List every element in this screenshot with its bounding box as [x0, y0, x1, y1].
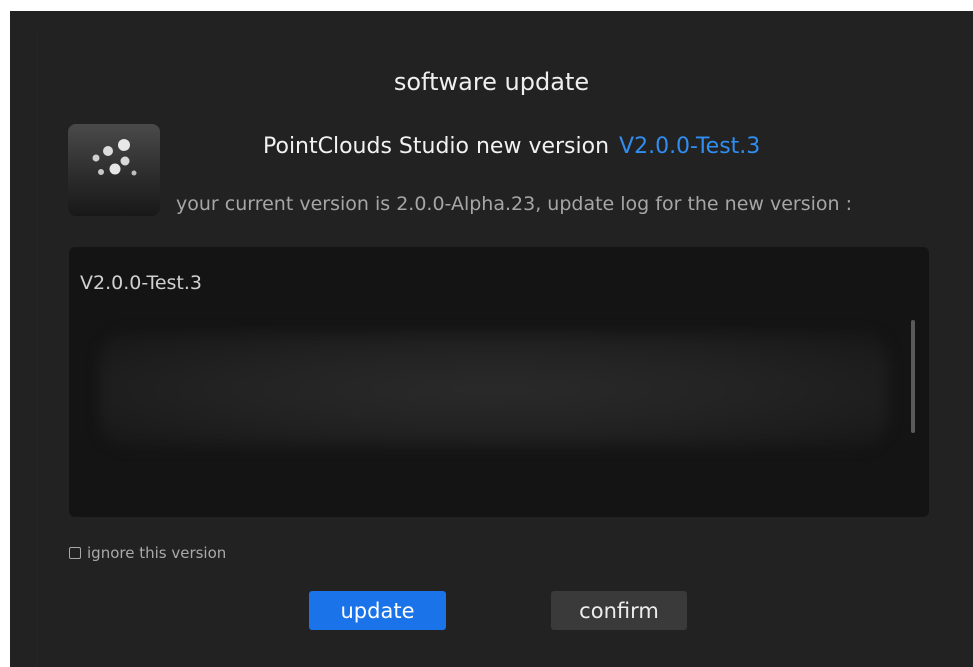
software-update-dialog: software update PointClouds Studio new v… [10, 11, 973, 667]
checkbox-unchecked-icon[interactable] [69, 547, 81, 559]
current-version-text: your current version is 2.0.0-Alpha.23, … [176, 193, 853, 215]
new-version-headline: PointClouds Studio new version V2.0.0-Tes… [263, 134, 760, 159]
log-content-redacted [99, 332, 889, 447]
ignore-version-label: ignore this version [87, 544, 227, 562]
dialog-title: software update [393, 68, 590, 96]
log-scrollbar[interactable] [911, 320, 915, 433]
dialog-inner-edge [36, 31, 37, 667]
confirm-button[interactable]: confirm [551, 591, 687, 630]
pointclouds-app-icon [68, 124, 160, 216]
new-version-label: V2.0.0-Test.3 [619, 134, 761, 159]
update-log-panel[interactable]: V2.0.0-Test.3 [69, 247, 929, 517]
headline-text: PointClouds Studio new version [263, 134, 610, 159]
update-button[interactable]: update [309, 591, 446, 630]
log-version-heading: V2.0.0-Test.3 [80, 272, 202, 294]
ignore-version-option[interactable]: ignore this version [69, 544, 226, 562]
